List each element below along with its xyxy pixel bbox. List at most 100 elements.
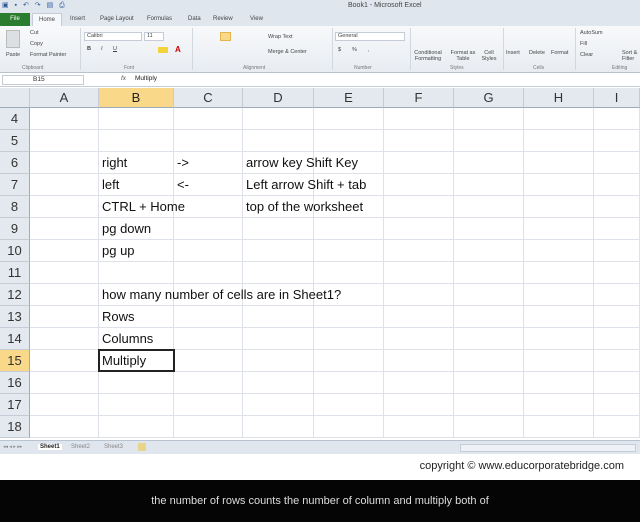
- row-header-18[interactable]: 18: [0, 416, 30, 438]
- cell-styles-button[interactable]: Cell Styles: [478, 50, 500, 62]
- paste-icon[interactable]: [6, 30, 20, 48]
- cut-button[interactable]: Cut: [30, 30, 39, 36]
- copyright-text: copyright © www.educorporatebridge.com: [419, 460, 624, 472]
- format-painter-button[interactable]: Format Painter: [30, 52, 66, 58]
- row-header-8[interactable]: 8: [0, 196, 30, 218]
- sheet-tab-sheet2[interactable]: Sheet2: [71, 444, 90, 450]
- insert-sheet-icon[interactable]: [138, 443, 146, 451]
- row-header-17[interactable]: 17: [0, 394, 30, 416]
- column-header-e[interactable]: E: [314, 88, 384, 108]
- number-group-label: Number: [354, 65, 372, 71]
- cell-d8[interactable]: top of the worksheet: [243, 196, 363, 218]
- tab-formulas[interactable]: Formulas: [147, 16, 172, 22]
- column-header-a[interactable]: A: [30, 88, 99, 108]
- alignment-group-label: Alignment: [243, 65, 266, 71]
- cell-b7[interactable]: left: [99, 174, 119, 196]
- column-header-d[interactable]: D: [243, 88, 314, 108]
- cell-d6[interactable]: arrow key Shift Key: [243, 152, 358, 174]
- worksheet-grid[interactable]: A B C D E F G H I 4 5 6 7 8 9 10 11 12 13 14 15 16 17 18 right ->…: [0, 88, 640, 438]
- row-header-13[interactable]: 13: [0, 306, 30, 328]
- column-header-h[interactable]: H: [524, 88, 594, 108]
- cell-b12[interactable]: how many number of cells are in Sheet1?: [99, 284, 341, 306]
- row-header-7[interactable]: 7: [0, 174, 30, 196]
- cell-c6[interactable]: ->: [174, 152, 189, 174]
- ribbon: Paste Cut Copy Format Painter Clipboard …: [0, 26, 640, 73]
- tab-view[interactable]: View: [250, 16, 263, 22]
- conditional-formatting-button[interactable]: Conditional Formatting: [412, 50, 444, 62]
- tab-data[interactable]: Data: [188, 16, 201, 22]
- tab-review[interactable]: Review: [213, 16, 233, 22]
- paste-button[interactable]: Paste: [6, 52, 20, 58]
- title-bar: ▣ ▪ ↶ ↷ ▤ ⎙ Book1 - Microsoft Excel: [0, 0, 640, 13]
- cell-b14[interactable]: Columns: [99, 328, 153, 350]
- name-box[interactable]: B15: [2, 75, 84, 85]
- clear-button[interactable]: Clear: [580, 52, 593, 58]
- wrap-text-button[interactable]: Wrap Text: [268, 34, 293, 40]
- column-header-i[interactable]: I: [594, 88, 640, 108]
- formula-input[interactable]: Multiply: [135, 75, 157, 82]
- row-header-14[interactable]: 14: [0, 328, 30, 350]
- sheet-tabs-bar: ◂◂ ◂ ▸ ▸▸ Sheet1 Sheet2 Sheet3: [0, 440, 640, 454]
- quick-access-toolbar[interactable]: ▣ ▪ ↶ ↷ ▤ ⎙: [2, 1, 67, 10]
- horizontal-scrollbar[interactable]: [460, 444, 636, 452]
- sheet-nav-arrows[interactable]: ◂◂ ◂ ▸ ▸▸: [3, 444, 22, 450]
- format-as-table-button[interactable]: Format as Table: [448, 50, 478, 62]
- autosum-button[interactable]: AutoSum: [580, 30, 603, 36]
- row-header-9[interactable]: 9: [0, 218, 30, 240]
- number-format-select[interactable]: General: [335, 32, 405, 41]
- fill-button[interactable]: Fill: [580, 41, 587, 47]
- cell-b9[interactable]: pg down: [99, 218, 151, 240]
- tab-page-layout[interactable]: Page Layout: [100, 16, 134, 22]
- ribbon-tabs: File Home Insert Page Layout Formulas Data Rev…: [0, 13, 640, 26]
- format-button[interactable]: Format: [551, 50, 568, 56]
- fill-color-icon[interactable]: [158, 47, 168, 53]
- row-header-11[interactable]: 11: [0, 262, 30, 284]
- gridline-horizontal: [30, 129, 640, 130]
- row-header-12[interactable]: 12: [0, 284, 30, 306]
- font-name-select[interactable]: Calibri: [84, 32, 142, 41]
- gridline-horizontal: [30, 437, 640, 438]
- gridline-vertical: [523, 108, 524, 438]
- middle-align-button[interactable]: [220, 32, 231, 41]
- column-header-c[interactable]: C: [174, 88, 243, 108]
- comma-button[interactable]: ,: [368, 47, 370, 53]
- row-header-16[interactable]: 16: [0, 372, 30, 394]
- tab-insert[interactable]: Insert: [70, 16, 85, 22]
- cell-b8[interactable]: CTRL + Home: [99, 196, 185, 218]
- sheet-tab-sheet3[interactable]: Sheet3: [104, 444, 123, 450]
- cell-d7[interactable]: Left arrow Shift + tab: [243, 174, 366, 196]
- row-header-4[interactable]: 4: [0, 108, 30, 130]
- row-header-5[interactable]: 5: [0, 130, 30, 152]
- delete-button[interactable]: Delete: [529, 50, 545, 56]
- cell-b10[interactable]: pg up: [99, 240, 135, 262]
- tab-file[interactable]: File: [0, 13, 30, 26]
- sort-filter-button[interactable]: Sort & Filter: [622, 50, 640, 62]
- cell-b13[interactable]: Rows: [99, 306, 135, 328]
- insert-button[interactable]: Insert: [506, 50, 520, 56]
- tab-home[interactable]: Home: [32, 13, 62, 26]
- active-cell-border[interactable]: [98, 349, 175, 372]
- underline-button[interactable]: U: [113, 46, 117, 52]
- cell-b6[interactable]: right: [99, 152, 127, 174]
- currency-button[interactable]: $: [338, 47, 341, 53]
- italic-button[interactable]: I: [101, 46, 103, 52]
- column-header-f[interactable]: F: [384, 88, 454, 108]
- insert-function-icon[interactable]: fx: [121, 75, 126, 82]
- row-header-6[interactable]: 6: [0, 152, 30, 174]
- sheet-tab-sheet1[interactable]: Sheet1: [38, 444, 62, 450]
- copy-button[interactable]: Copy: [30, 41, 43, 47]
- row-header-15[interactable]: 15: [0, 350, 30, 372]
- percent-button[interactable]: %: [352, 47, 357, 53]
- gridline-vertical: [453, 108, 454, 438]
- gridline-vertical: [593, 108, 594, 438]
- column-header-b[interactable]: B: [99, 88, 174, 108]
- gridline-horizontal: [30, 415, 640, 416]
- merge-center-button[interactable]: Merge & Center: [268, 49, 307, 55]
- cell-c7[interactable]: <-: [174, 174, 189, 196]
- font-size-select[interactable]: 11: [144, 32, 164, 41]
- select-all-corner[interactable]: [0, 88, 30, 108]
- column-header-g[interactable]: G: [454, 88, 524, 108]
- bold-button[interactable]: B: [87, 46, 91, 52]
- font-color-icon[interactable]: A: [175, 45, 181, 54]
- row-header-10[interactable]: 10: [0, 240, 30, 262]
